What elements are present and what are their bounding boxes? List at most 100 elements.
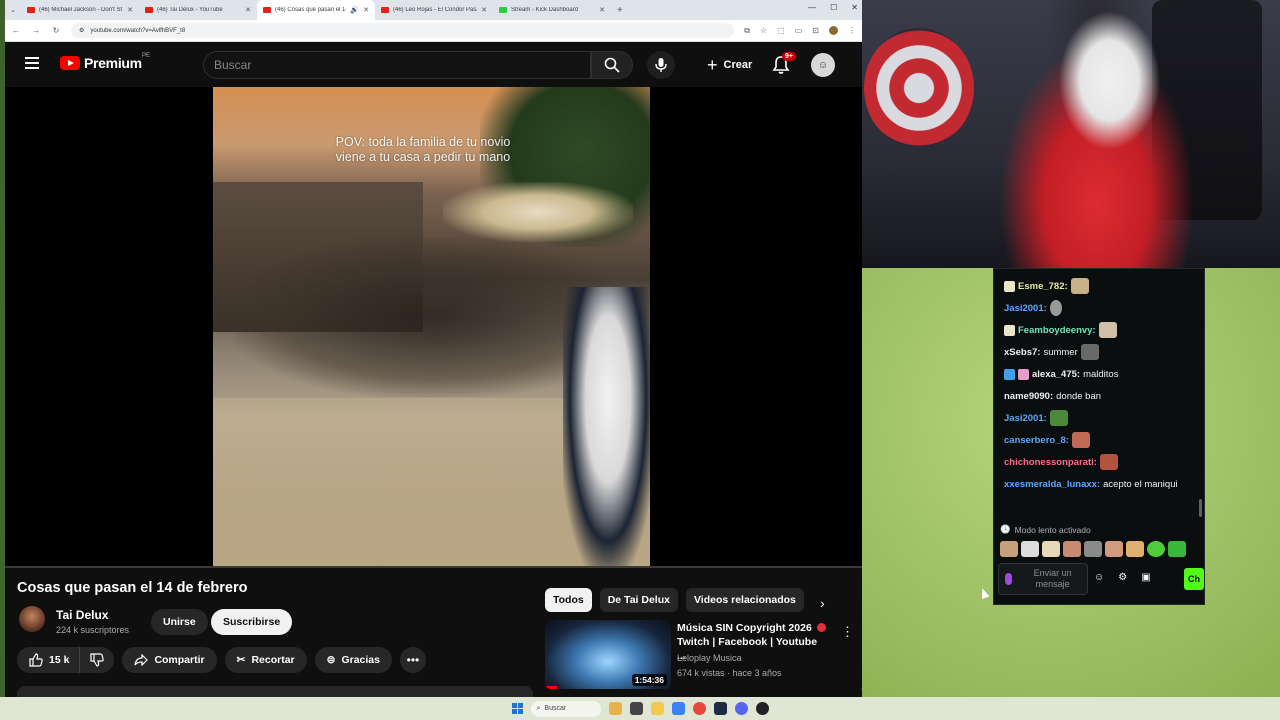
discord-icon[interactable]	[734, 702, 748, 715]
dislike-button[interactable]	[80, 647, 114, 673]
chrome-icon[interactable]	[692, 702, 706, 715]
voice-icon[interactable]	[1005, 573, 1013, 585]
chat-tools: ☺ ⚙ ▣	[1094, 572, 1151, 583]
video-progress-bar[interactable]	[5, 566, 862, 568]
url-field[interactable]: ⚙ youtube.com/watch?v=AvlfhBVF_t8	[71, 23, 735, 38]
extensions-icon[interactable]: ⬚	[777, 26, 785, 36]
chat-send-button[interactable]: Ch	[1184, 568, 1204, 590]
chat-username[interactable]: Esme_782:	[1018, 280, 1068, 293]
tab-leo-rojas[interactable]: (46) Leo Rojas - El Condor Pasa ✕	[375, 0, 493, 20]
tab-kick-dashboard[interactable]: Stream - Kick Dashboard ✕	[493, 0, 611, 20]
search-button[interactable]	[591, 51, 633, 79]
emote-icon[interactable]	[1063, 541, 1081, 557]
obs-icon[interactable]	[755, 702, 769, 715]
chat-message: Feamboydeenvy:	[1004, 319, 1199, 341]
subscribe-button[interactable]: Suscribirse	[211, 609, 293, 635]
join-button[interactable]: Unirse	[151, 609, 208, 635]
new-tab-icon[interactable]: +	[617, 5, 623, 16]
channel-avatar[interactable]	[19, 606, 45, 632]
reload-icon[interactable]: ↻	[51, 26, 61, 35]
more-actions-icon[interactable]: •••	[399, 647, 426, 673]
minimize-icon[interactable]: —	[808, 3, 816, 12]
description-box[interactable]	[17, 686, 533, 697]
clip-label: Recortar	[251, 654, 295, 666]
emote-icon[interactable]	[1126, 541, 1144, 557]
recommended-channel[interactable]: Leloplay Musica	[677, 653, 742, 663]
close-tab-icon[interactable]: ✕	[245, 6, 251, 14]
site-info-icon[interactable]: ⚙	[79, 27, 84, 34]
chip-related[interactable]: Videos relacionados	[685, 588, 804, 612]
chat-message-input[interactable]: Enviar un mensaje	[998, 563, 1088, 595]
kebab-menu-icon[interactable]: ⋮	[841, 624, 854, 640]
scroll-down-icon[interactable]: ▼	[860, 688, 862, 694]
emote-icon[interactable]	[1084, 541, 1102, 557]
share-button[interactable]: Compartir	[122, 647, 217, 673]
tab-cosas-que-pasan[interactable]: (46) Cosas que pasan el 14 🔊 ✕	[257, 0, 375, 20]
chip-from-channel[interactable]: De Tai Delux	[599, 588, 678, 612]
tab-tai-delux[interactable]: (46) Tai Delux - YouTube ✕	[139, 0, 257, 20]
install-icon[interactable]: ⧉	[744, 26, 750, 36]
close-tab-icon[interactable]: ✕	[363, 6, 369, 14]
search-input[interactable]: Buscar	[203, 51, 591, 79]
like-button[interactable]: 15 k	[17, 647, 81, 673]
emote-icon[interactable]	[1147, 541, 1165, 557]
chat-username[interactable]: chichonessonparati:	[1004, 456, 1097, 469]
tab-search-icon[interactable]: ⌄	[5, 6, 21, 14]
account-avatar[interactable]: ☺	[811, 53, 835, 77]
emote-icon[interactable]	[1105, 541, 1123, 557]
speaker-icon[interactable]: 🔊	[350, 6, 359, 14]
chat-message: xxesmeralda_lunaxx: acepto el maniqui	[1004, 473, 1199, 495]
emote-icon[interactable]	[1021, 541, 1039, 557]
chat-username[interactable]: Jasi2001:	[1004, 302, 1047, 315]
youtube-logo[interactable]: Premium PE	[60, 53, 150, 71]
close-tab-icon[interactable]: ✕	[127, 6, 133, 14]
taskbar-search-label: Buscar	[544, 705, 567, 712]
close-tab-icon[interactable]: ✕	[599, 6, 605, 14]
emoji-icon[interactable]: ☺	[1094, 572, 1104, 583]
watched-progress	[545, 686, 557, 689]
widget-icon[interactable]	[608, 702, 622, 715]
maximize-icon[interactable]: ☐	[830, 3, 837, 12]
menu-dots-icon[interactable]: ⋮	[848, 26, 856, 36]
recommended-thumbnail[interactable]: 1:54:36	[545, 620, 671, 689]
thanks-button[interactable]: ⊜ Gracias	[314, 647, 392, 673]
clip-button[interactable]: ✂ Recortar	[224, 647, 307, 673]
task-view-icon[interactable]	[629, 702, 643, 715]
file-explorer-icon[interactable]	[650, 702, 664, 715]
recommended-video[interactable]: 1:54:36 Música SIN Copyright 2026 Twitch…	[545, 620, 855, 690]
chat-username[interactable]: xSebs7:	[1004, 346, 1040, 359]
sidebar-icon[interactable]: ▭	[795, 26, 803, 36]
cast-icon[interactable]: ⊡	[812, 26, 819, 36]
chevron-right-icon[interactable]: ›	[820, 595, 825, 611]
taskbar-search[interactable]: ⌕ Buscar	[530, 700, 601, 717]
windows-start-icon[interactable]	[511, 703, 523, 714]
chat-username[interactable]: canserbero_8:	[1004, 434, 1069, 447]
chat-username[interactable]: alexa_475:	[1032, 368, 1080, 381]
app-icon[interactable]	[671, 702, 685, 715]
video-player[interactable]: POV: toda la familia de tu novio viene a…	[5, 87, 862, 568]
chat-username[interactable]: name9090:	[1004, 390, 1053, 403]
chat-username[interactable]: xxesmeralda_lunaxx:	[1004, 478, 1100, 491]
emote-icon[interactable]	[1042, 541, 1060, 557]
create-button[interactable]: + Crear	[697, 52, 763, 78]
chat-username[interactable]: Jasi2001:	[1004, 412, 1047, 425]
close-tab-icon[interactable]: ✕	[481, 6, 487, 14]
close-window-icon[interactable]: ✕	[851, 3, 858, 12]
chip-all[interactable]: Todos	[545, 588, 592, 612]
emote-icon[interactable]	[1000, 541, 1018, 557]
gift-icon[interactable]: ▣	[1141, 572, 1150, 583]
chat-username[interactable]: Feamboydeenvy:	[1018, 324, 1096, 337]
premiere-icon[interactable]	[713, 702, 727, 715]
emote-icon[interactable]	[1168, 541, 1186, 557]
like-dislike-group: 15 k	[17, 647, 115, 673]
chat-settings-icon[interactable]: ⚙	[1118, 572, 1127, 583]
voice-search-button[interactable]	[647, 51, 675, 79]
hamburger-menu-icon[interactable]	[25, 57, 39, 69]
channel-name[interactable]: Tai Delux	[56, 608, 108, 622]
back-icon[interactable]: ←	[11, 26, 21, 35]
bookmark-star-icon[interactable]: ☆	[760, 26, 767, 36]
tab-michael-jackson[interactable]: (46) Michael Jackson - Don't St ✕	[21, 0, 139, 20]
profile-icon[interactable]	[829, 25, 838, 35]
chat-scrollbar[interactable]	[1199, 499, 1202, 517]
forward-icon[interactable]: →	[31, 26, 41, 35]
